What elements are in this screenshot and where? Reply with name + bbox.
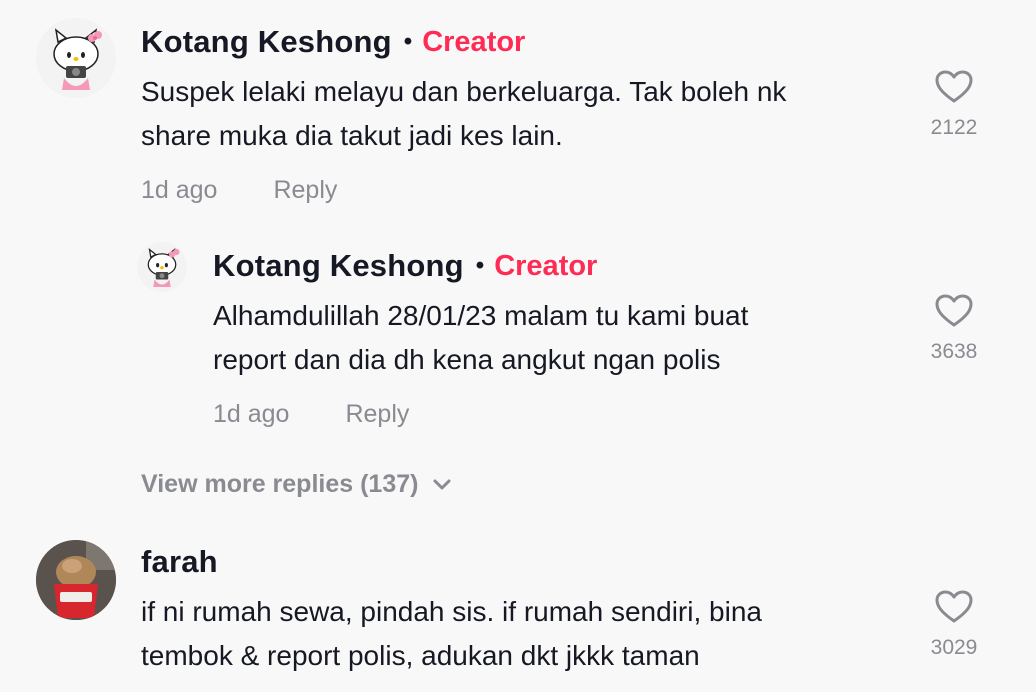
comment-meta: 1d ago Reply xyxy=(213,400,409,429)
separator-dot: • xyxy=(475,252,485,279)
comment: Kotang Keshong • Creator Suspek lelaki m… xyxy=(0,0,1036,230)
separator-dot: • xyxy=(403,28,413,55)
like-count: 2122 xyxy=(930,116,978,139)
reply-button[interactable]: Reply xyxy=(273,176,337,205)
username[interactable]: Kotang Keshong xyxy=(141,24,392,60)
comment-header: farah xyxy=(141,544,218,580)
heart-icon[interactable] xyxy=(935,590,973,624)
view-more-label: View more replies (137) xyxy=(141,470,419,498)
like-control[interactable]: 3638 xyxy=(919,294,989,364)
comment-text: Suspek lelaki melayu dan berkeluarga. Ta… xyxy=(141,76,787,151)
chevron-down-icon xyxy=(433,479,451,489)
view-more-replies-button[interactable]: View more replies (137) xyxy=(141,470,452,499)
comment-text: if ni rumah sewa, pindah sis. if rumah s… xyxy=(141,596,762,671)
reply-comment: Kotang Keshong • Creator Alhamdulillah 2… xyxy=(0,230,1036,460)
reply-button[interactable]: Reply xyxy=(345,400,409,429)
hello-kitty-avatar[interactable] xyxy=(36,18,116,98)
heart-icon[interactable] xyxy=(935,70,973,104)
comment-meta: 1d ago Reply xyxy=(141,176,337,205)
comment-header: Kotang Keshong • Creator xyxy=(141,24,525,60)
hello-kitty-avatar[interactable] xyxy=(137,242,187,292)
like-count: 3638 xyxy=(930,340,978,363)
username[interactable]: farah xyxy=(141,544,218,580)
comment: farah if ni rumah sewa, pindah sis. if r… xyxy=(0,530,1036,692)
timestamp: 1d ago xyxy=(141,176,218,204)
creator-badge: Creator xyxy=(422,25,526,58)
username[interactable]: Kotang Keshong xyxy=(213,248,464,284)
timestamp: 1d ago xyxy=(213,400,290,428)
like-control[interactable]: 3029 xyxy=(919,590,989,660)
like-count: 3029 xyxy=(930,636,978,659)
comment-header: Kotang Keshong • Creator xyxy=(213,248,597,284)
like-control[interactable]: 2122 xyxy=(919,70,989,140)
ice-cream-avatar[interactable] xyxy=(36,540,116,620)
heart-icon[interactable] xyxy=(935,294,973,328)
creator-badge: Creator xyxy=(494,249,598,282)
comment-text: Alhamdulillah 28/01/23 malam tu kami bua… xyxy=(213,300,749,375)
